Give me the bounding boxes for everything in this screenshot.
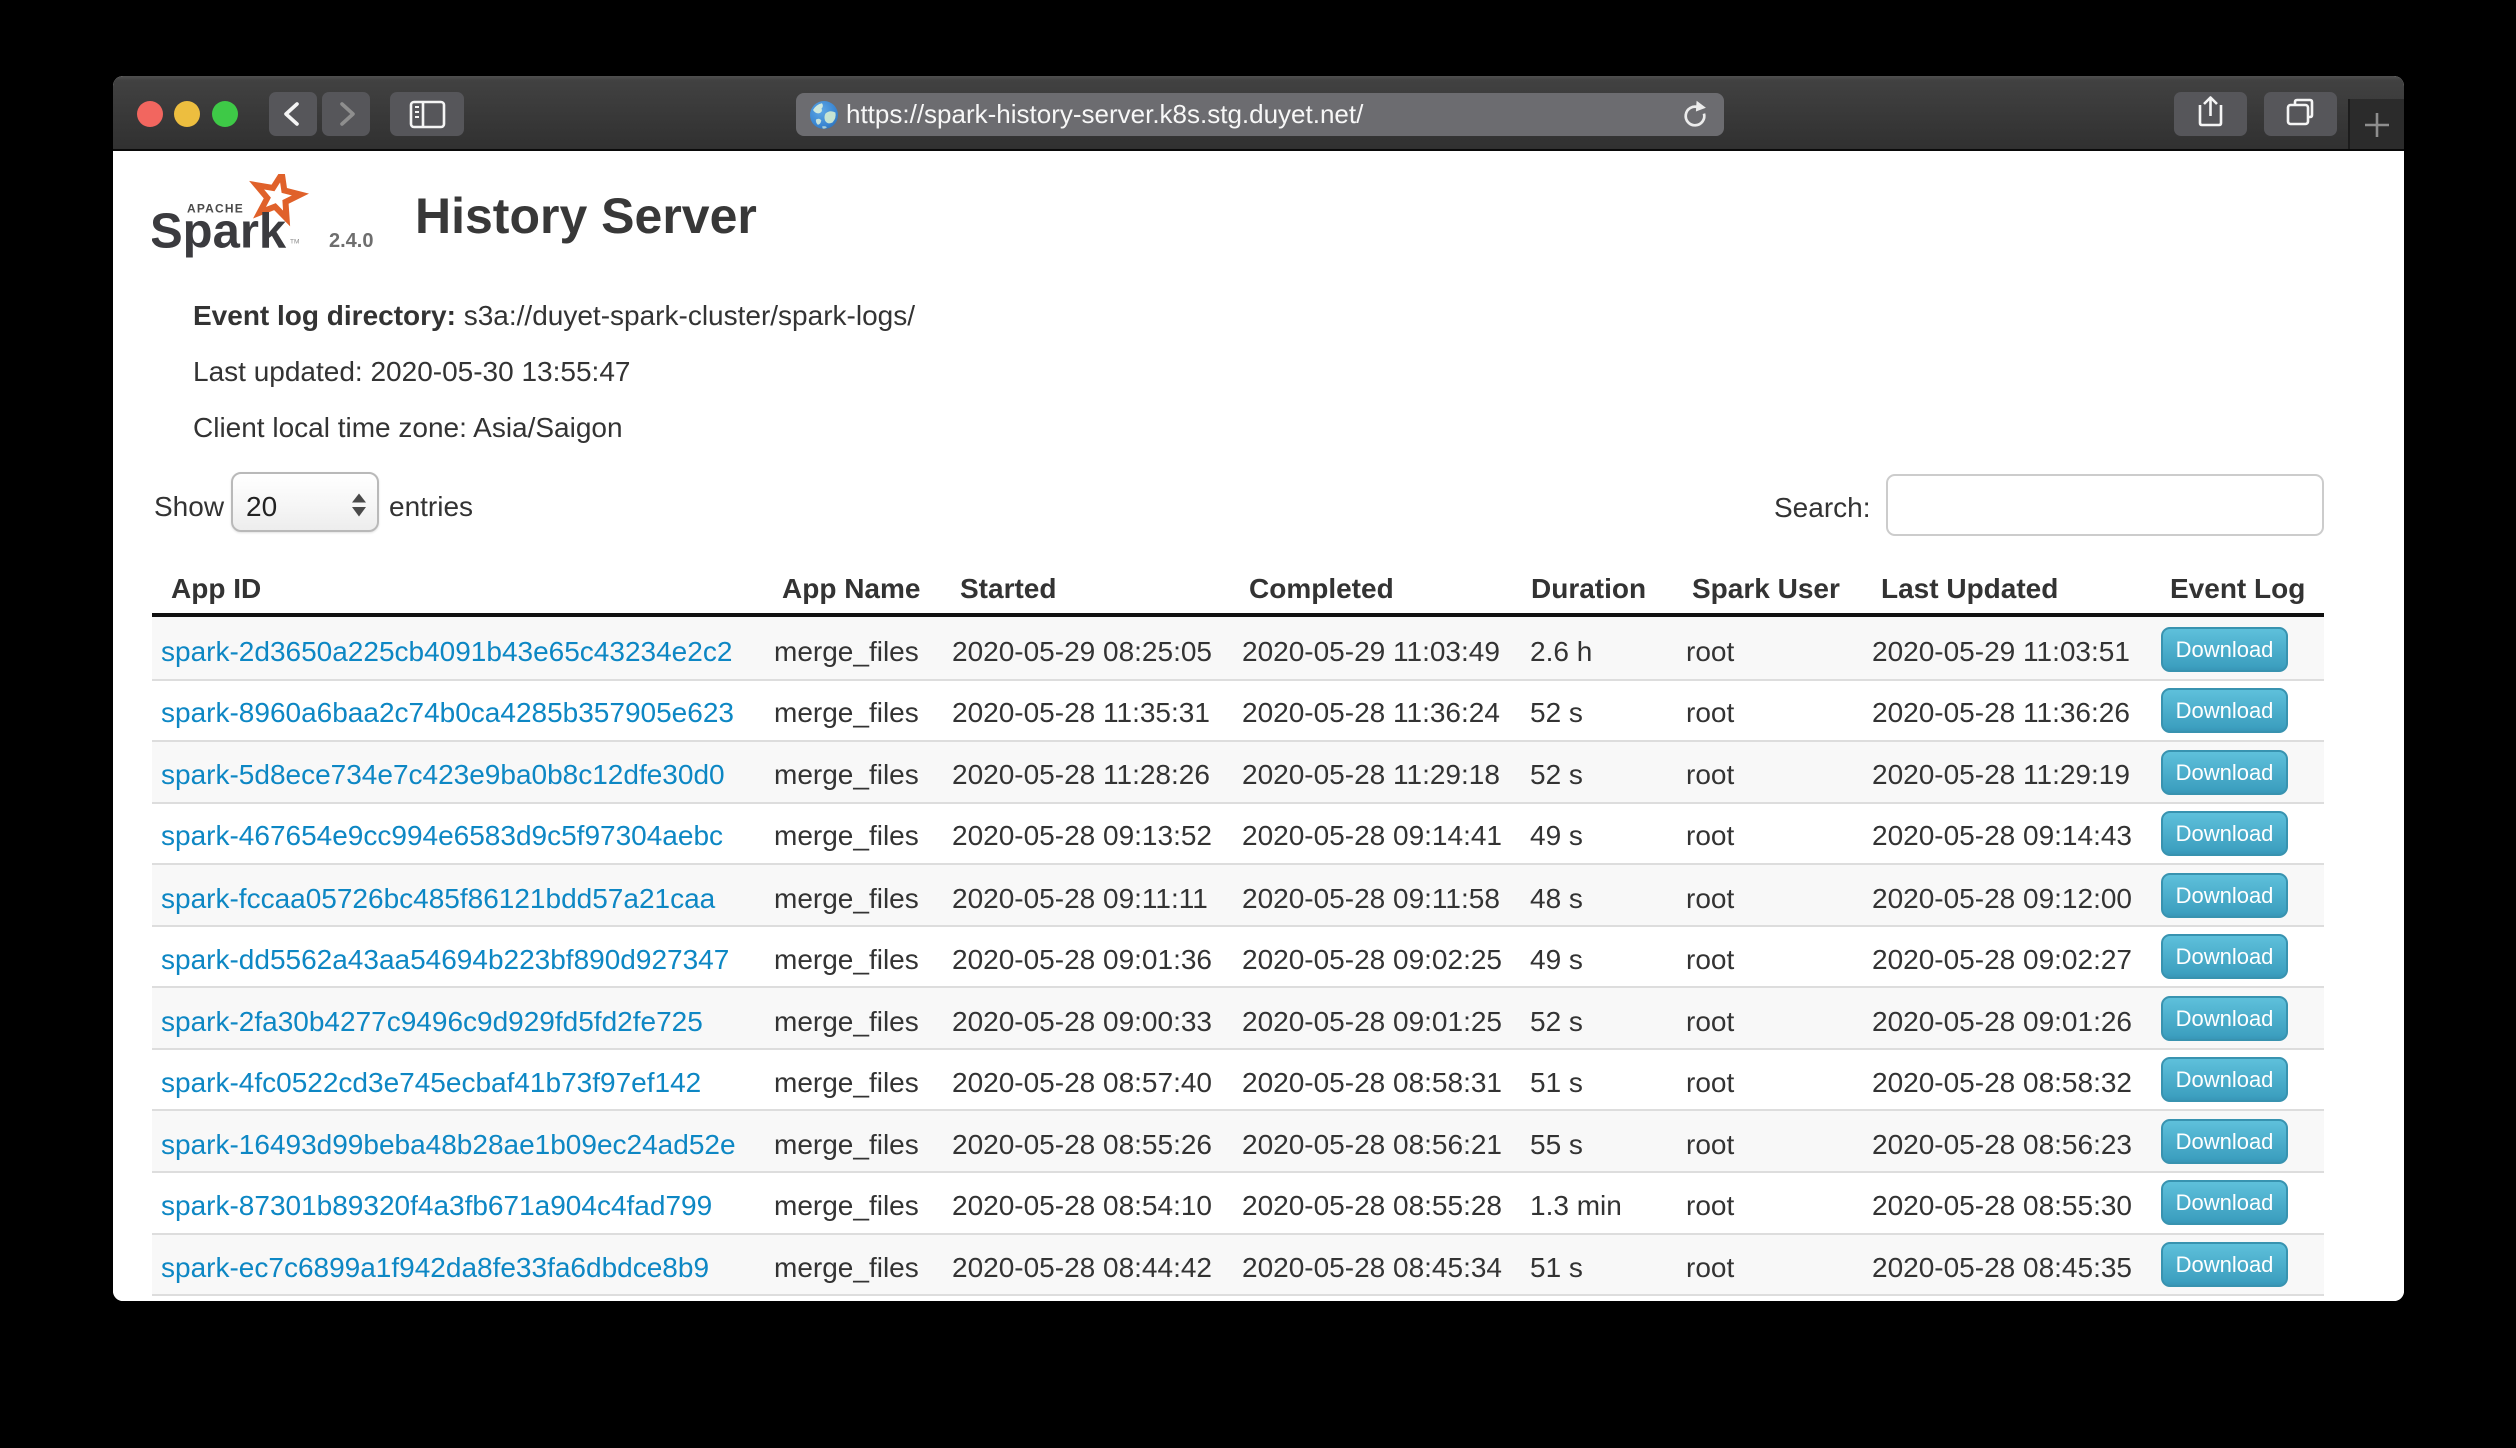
svg-text:Spark: Spark — [152, 205, 287, 259]
svg-text:TM: TM — [290, 239, 299, 246]
